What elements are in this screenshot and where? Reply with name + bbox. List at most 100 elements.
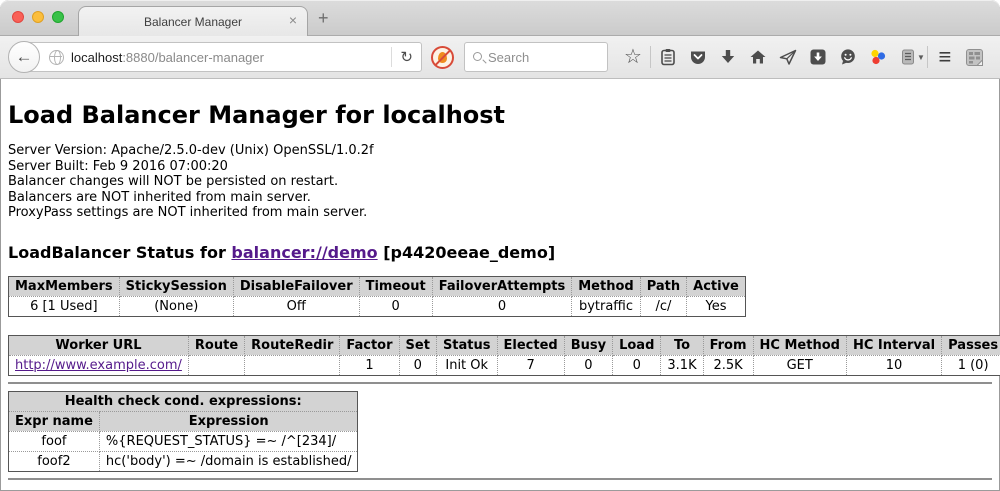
minimize-window-button[interactable] [32,11,44,23]
extension-download-button[interactable] [803,43,833,71]
bookmark-star-button[interactable]: ☆ [618,43,648,71]
navigation-toolbar: ← localhost:8880/balancer-manager ↻ ☆ [0,36,1000,79]
globe-icon [49,50,64,65]
loadbalancer-status-heading: LoadBalancer Status for balancer://demo … [8,243,992,262]
window-controls [12,11,64,23]
cell: Init Ok [436,355,497,375]
search-input[interactable] [488,50,588,65]
extension-colordots-button[interactable] [863,43,893,71]
tab-title: Balancer Manager [144,15,242,29]
cell: 7 [497,355,564,375]
chevron-down-icon[interactable]: ▼ [917,53,925,62]
column-header: Worker URL [9,335,189,355]
cell [245,355,340,375]
column-header: DisableFailover [233,276,359,296]
cell: 6 [1 Used] [9,296,120,316]
column-header: Status [436,335,497,355]
boxed-arrow-icon [809,48,827,66]
cell: %{REQUEST_STATUS} =~ /^[234]/ [99,431,358,451]
column-header: Set [399,335,436,355]
inherit-note-line: Balancers are NOT inherited from main se… [8,190,992,206]
search-icon [473,52,482,61]
grid-page-icon [965,48,984,67]
column-header: RouteRedir [245,335,340,355]
menu-button[interactable]: ≡ [930,43,960,71]
proxypass-note-line: ProxyPass settings are NOT inherited fro… [8,205,992,221]
column-header: Factor [340,335,399,355]
reload-button[interactable]: ↻ [400,48,413,66]
column-header: Route [188,335,244,355]
url-bar[interactable]: localhost:8880/balancer-manager ↻ [24,42,422,72]
cell: 1 [340,355,399,375]
cell: 0 [564,355,612,375]
send-tab-button[interactable] [773,43,803,71]
hamburger-icon: ≡ [939,46,952,68]
divider [8,478,992,480]
server-version-line: Server Version: Apache/2.5.0-dev (Unix) … [8,143,992,159]
page-title: Load Balancer Manager for localhost [8,101,992,129]
cell: bytraffic [572,296,640,316]
tab-bar: Balancer Manager × + [0,0,1000,36]
tab-close-icon[interactable]: × [289,12,297,28]
cell: hc('body') =~ /domain is established/ [99,451,358,471]
url-path: :8880/balancer-manager [122,50,264,65]
browser-window: Balancer Manager × + ← localhost:8880/ba… [0,0,1000,491]
table-row: foof%{REQUEST_STATUS} =~ /^[234]/ [9,431,358,451]
cell: Yes [687,296,746,316]
column-header: Expression [99,411,358,431]
urlbar-separator [391,47,392,67]
toolbar-buttons: ☆ [618,43,990,71]
cell: foof [9,431,100,451]
cell: foof2 [9,451,100,471]
cell: Off [233,296,359,316]
tab-balancer-manager[interactable]: Balancer Manager × [78,6,308,36]
cell [188,355,244,375]
column-header: FailoverAttempts [432,276,572,296]
download-arrow-icon [719,48,737,66]
blocked-plugin-icon[interactable] [431,46,454,69]
column-header: Timeout [359,276,432,296]
back-button[interactable]: ← [8,41,40,73]
cell: 10 [846,355,941,375]
worker-table: Worker URLRouteRouteRedirFactorSetStatus… [8,335,1000,376]
colored-dots-icon [869,48,887,66]
search-bar[interactable] [464,42,608,72]
worker-url-link[interactable]: http://www.example.com/ [15,358,182,373]
reading-list-button[interactable] [653,43,683,71]
close-window-button[interactable] [12,11,24,23]
home-icon [749,48,767,66]
new-tab-button[interactable]: + [318,8,329,29]
zoom-window-button[interactable] [52,11,64,23]
column-header: Method [572,276,640,296]
cell: 2.5K [703,355,753,375]
pocket-button[interactable] [683,43,713,71]
column-header: Elected [497,335,564,355]
cell[interactable]: http://www.example.com/ [9,355,189,375]
table-row: 6 [1 Used](None)Off00bytraffic/c/Yes [9,296,746,316]
column-header: MaxMembers [9,276,120,296]
home-button[interactable] [743,43,773,71]
paper-plane-icon [779,48,797,66]
balancer-demo-link[interactable]: balancer://demo [231,243,377,262]
column-header: HC Method [753,335,846,355]
list-panel-icon [901,48,915,66]
extension-grid-button[interactable] [960,43,990,71]
cell: 0 [359,296,432,316]
column-header: From [703,335,753,355]
cell: /c/ [640,296,686,316]
pocket-icon [689,48,707,66]
cell: (None) [119,296,233,316]
page-content: Load Balancer Manager for localhost Serv… [0,79,1000,480]
column-header: Busy [564,335,612,355]
server-info: Server Version: Apache/2.5.0-dev (Unix) … [8,143,992,221]
cell: 0 [613,355,661,375]
star-icon: ☆ [624,47,642,67]
column-header: Expr name [9,411,100,431]
column-header: StickySession [119,276,233,296]
back-arrow-icon: ← [16,47,33,67]
downloads-button[interactable] [713,43,743,71]
server-built-line: Server Built: Feb 9 2016 07:00:20 [8,159,992,175]
feedback-button[interactable] [833,43,863,71]
column-header: Passes [942,335,1000,355]
cell: GET [753,355,846,375]
